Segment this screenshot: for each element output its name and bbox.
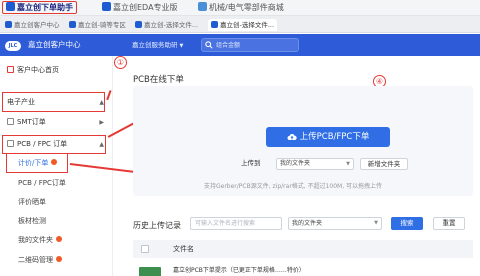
sidebar-sub-pcb-orders[interactable]: PCB / FPC订单 — [0, 174, 113, 192]
sidebar-sub-label: PCB / FPC订单 — [18, 179, 66, 187]
bookmark-label: 嘉立创EDA专业版 — [113, 3, 178, 12]
annotation-box-pcb — [2, 135, 106, 154]
home-icon — [7, 66, 14, 73]
bookmarks-bar: 嘉立创下单助手 嘉立创EDA专业版 机械/电气零部件商城 — [0, 0, 480, 16]
page-title: PCB在线下单 — [133, 75, 184, 85]
callout-number: ① — [114, 56, 127, 69]
browser-tab-active[interactable]: 嘉立创-选择文件... — [208, 19, 278, 31]
bookmark-label: 嘉立创下单助手 — [17, 3, 73, 12]
tab-label: 嘉立创-选择文件... — [220, 21, 275, 29]
sidebar-sub-label: 板材检测 — [18, 217, 46, 225]
upload-support-text: 支持Gerber/PCB源文件, zip/rar格式, 不超过100M, 可以拖… — [204, 183, 383, 190]
chevron-down-icon: ▼ — [179, 43, 184, 49]
sidebar-item-home[interactable]: 客户中心首页 — [0, 62, 113, 79]
upload-button-label: 上传PCB/FPC下单 — [299, 132, 370, 142]
chevron-right-icon: ▶ — [99, 119, 104, 126]
history-title: 历史上传记录 — [133, 221, 181, 230]
tab-label: 嘉立创客户中心 — [14, 21, 60, 29]
chevron-down-icon: ▼ — [374, 220, 378, 226]
sidebar-sub-my-folders[interactable]: 我的文件夹 — [0, 231, 113, 249]
browser-tab[interactable]: 嘉立创-选择文件... — [132, 19, 201, 31]
search-placeholder: 组合金额 — [216, 42, 241, 49]
bookmark-favicon-icon — [198, 2, 207, 11]
bookmark-favicon-icon — [102, 2, 111, 11]
file-name: 嘉立创PCB下单提示（已更正下单规格……特价） — [173, 267, 305, 274]
app-logo[interactable]: JLC — [5, 39, 24, 51]
search-button[interactable]: 搜索 — [391, 217, 423, 230]
bookmark-favicon-icon — [6, 2, 15, 11]
browser-tab-strip: 嘉立创客户中心 嘉立创-骑等专区 嘉立创-选择文件... 嘉立创-选择文件... — [0, 16, 480, 33]
sidebar-sub-qr-management[interactable]: 二维码管理 — [0, 251, 113, 269]
hot-badge-icon — [56, 256, 62, 262]
tab-favicon-icon — [211, 21, 218, 28]
header-title: 嘉立创客户中心 — [28, 40, 81, 49]
smt-icon — [7, 118, 14, 125]
tab-favicon-icon — [5, 21, 12, 28]
bookmark-order-assistant[interactable]: 嘉立创下单助手 — [2, 1, 77, 14]
annotation-box-quote-order — [6, 153, 68, 173]
pcb-thumbnail — [139, 267, 161, 276]
tab-label: 嘉立创-骑等专区 — [78, 21, 126, 29]
annotation-box-electronics — [2, 92, 105, 112]
history-table-header: 文件名 — [133, 240, 473, 258]
bookmark-parts-mall[interactable]: 机械/电气零部件商城 — [198, 2, 284, 14]
new-folder-button[interactable]: 新增文件夹 — [360, 158, 408, 170]
tab-label: 嘉立创-选择文件... — [144, 21, 199, 29]
upload-folder-select[interactable]: 我的文件夹 ▼ — [276, 158, 354, 170]
sidebar-item-smt[interactable]: SMT订单 ▶ — [0, 114, 113, 131]
select-value: 我的文件夹 — [280, 160, 311, 167]
app-header: JLC 嘉立创客户中心 嘉立创服务助研 ▼ 组合金额 — [0, 34, 480, 56]
upload-to-label: 上传到 — [241, 159, 261, 167]
sidebar-item-label: SMT订单 — [17, 118, 46, 126]
bookmark-eda-pro[interactable]: 嘉立创EDA专业版 — [102, 2, 178, 14]
cloud-upload-icon — [287, 134, 297, 140]
sidebar-sub-board-inspection[interactable]: 板材检测 — [0, 212, 113, 230]
search-icon — [205, 41, 213, 49]
sidebar-sub-label: 二维码管理 — [18, 256, 53, 264]
chevron-down-icon: ▼ — [346, 161, 350, 167]
bookmark-label: 机械/电气零部件商城 — [209, 3, 284, 12]
table-row[interactable]: 嘉立创PCB下单提示（已更正下单规格……特价） — [133, 260, 473, 276]
tab-favicon-icon — [69, 21, 76, 28]
sidebar-item-label: 客户中心首页 — [17, 66, 59, 74]
sidebar-sub-reviews[interactable]: 评价晒单 — [0, 193, 113, 211]
reset-button[interactable]: 重置 — [433, 217, 465, 230]
sidebar-sub-label: 评价晒单 — [18, 198, 46, 206]
browser-tab[interactable]: 嘉立创-骑等专区 — [66, 19, 129, 31]
service-menu-label: 嘉立创服务助研 — [132, 41, 178, 49]
upload-pcb-button[interactable]: 上传PCB/FPC下单 — [266, 127, 390, 147]
sidebar-sub-label: 我的文件夹 — [18, 236, 53, 244]
column-filename: 文件名 — [173, 245, 194, 253]
select-value: 我的文件夹 — [292, 220, 323, 227]
hot-badge-icon — [56, 236, 62, 242]
browser-tab[interactable]: 嘉立创客户中心 — [2, 19, 63, 31]
filename-search-input[interactable]: 可输入文件名进行搜索 — [190, 217, 282, 230]
header-search-input[interactable]: 组合金额 — [201, 38, 299, 52]
history-folder-select[interactable]: 我的文件夹 ▼ — [288, 217, 382, 230]
service-menu[interactable]: 嘉立创服务助研 ▼ — [132, 39, 183, 52]
select-all-checkbox[interactable] — [141, 245, 149, 253]
tab-favicon-icon — [135, 21, 142, 28]
